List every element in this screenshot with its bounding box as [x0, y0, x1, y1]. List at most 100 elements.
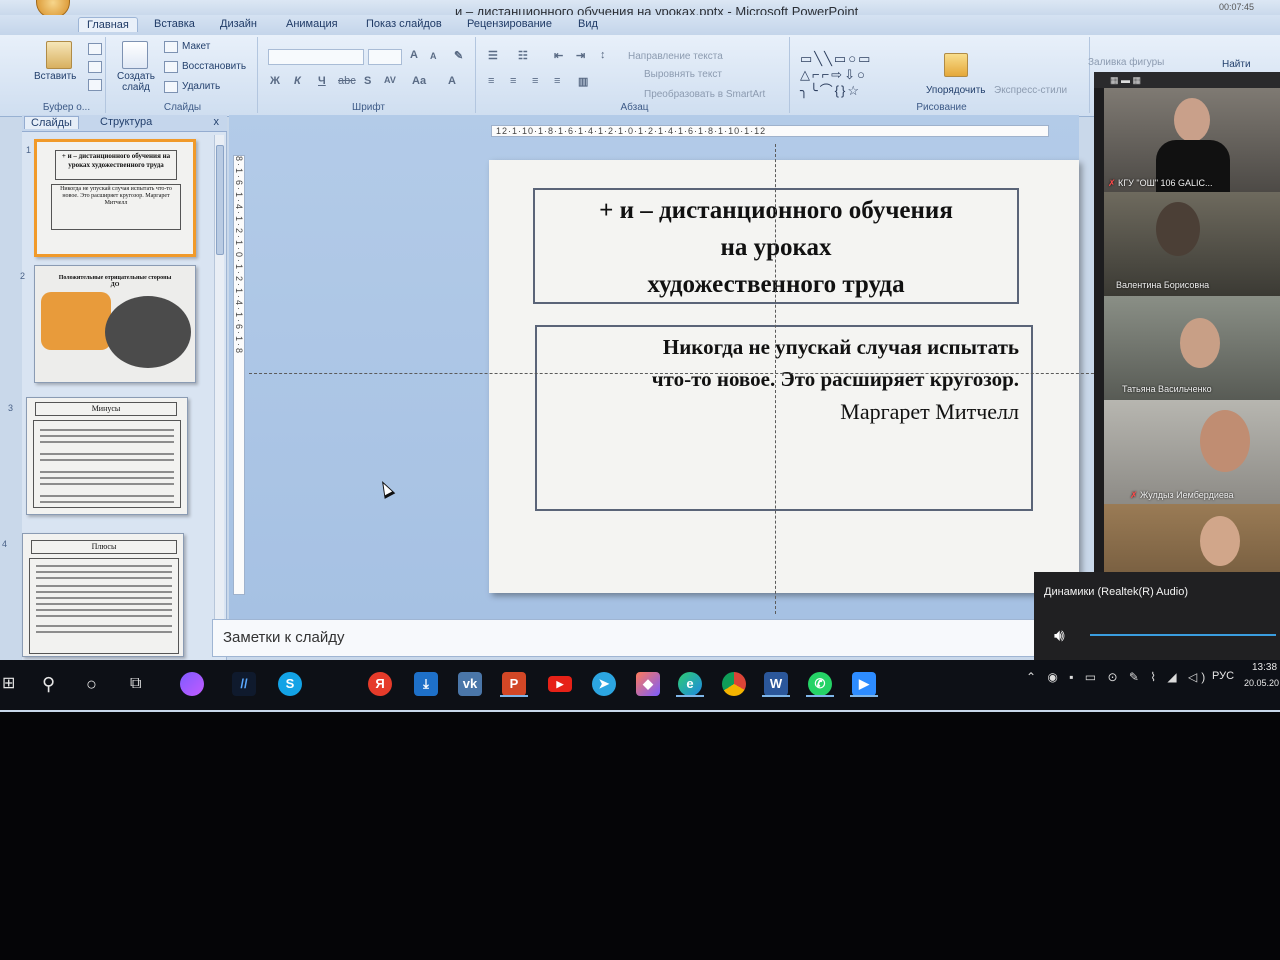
indent-increase-icon[interactable]: ⇥: [576, 49, 585, 62]
tab-review[interactable]: Рецензирование: [459, 17, 560, 31]
quick-styles-button[interactable]: Экспресс-стили: [994, 85, 1067, 96]
font-size-select[interactable]: [368, 49, 402, 65]
tab-animation[interactable]: Анимация: [278, 17, 346, 31]
italic-button[interactable]: К: [294, 75, 301, 87]
paste-icon[interactable]: [46, 41, 72, 69]
columns-icon[interactable]: ▥: [578, 75, 588, 88]
alice-icon[interactable]: [180, 672, 204, 696]
layout-button[interactable]: Макет: [182, 41, 210, 52]
align-center-icon[interactable]: ≡: [510, 75, 516, 87]
find-button[interactable]: Найти: [1222, 59, 1251, 70]
spacing-button[interactable]: AV: [384, 75, 396, 85]
delete-button[interactable]: Удалить: [182, 81, 220, 92]
task-view-icon[interactable]: ⧉: [130, 672, 141, 696]
delete-icon[interactable]: [164, 81, 178, 93]
text-direction-button[interactable]: Направление текста: [628, 51, 723, 62]
shadow-button[interactable]: S: [364, 75, 371, 87]
word-icon[interactable]: W: [764, 672, 788, 696]
shapes-gallery[interactable]: ▭╲╲▭○▭ △⌐⌐⇨⇩○ ╮╰⌒{}☆: [800, 51, 872, 99]
align-right-icon[interactable]: ≡: [532, 75, 538, 87]
horizontal-guide[interactable]: [249, 373, 1129, 374]
search-icon[interactable]: ⚲: [42, 672, 55, 696]
smartart-button[interactable]: Преобразовать в SmartArt: [644, 89, 765, 100]
edge-icon[interactable]: e: [678, 672, 702, 696]
numbering-icon[interactable]: ☷: [518, 49, 528, 62]
file-search-icon[interactable]: ⤓: [414, 672, 438, 696]
tab-home[interactable]: Главная: [78, 17, 138, 32]
tab-slideshow[interactable]: Показ слайдов: [358, 17, 450, 31]
tab-outline[interactable]: Структура: [94, 116, 158, 128]
shape-fill-button[interactable]: Заливка фигуры: [1088, 57, 1164, 68]
tab-design[interactable]: Дизайн: [212, 17, 265, 31]
new-slide-icon[interactable]: [122, 41, 148, 69]
slide-body-placeholder[interactable]: Никогда не упускай случая испытать что-т…: [535, 325, 1033, 511]
align-left-icon[interactable]: ≡: [488, 75, 494, 87]
participant-tile-4[interactable]: ✗ Жулдыз Иембердиева: [1104, 400, 1280, 504]
whatsapp-icon[interactable]: ✆: [808, 672, 832, 696]
format-painter-icon[interactable]: [88, 79, 102, 91]
underline-button[interactable]: Ч: [318, 75, 326, 87]
skype-icon[interactable]: S: [278, 672, 302, 696]
zoom-apps-icon[interactable]: ◆: [636, 672, 660, 696]
system-tray[interactable]: ⌃ ◉ ▪ ▭ ⊙ ✎ ⌇ ◢ ◁): [1026, 670, 1209, 684]
volume-slider[interactable]: [1090, 634, 1276, 636]
copy-icon[interactable]: [88, 61, 102, 73]
shrink-font-button[interactable]: A: [430, 51, 437, 61]
clock-time[interactable]: 13:38: [1252, 662, 1277, 673]
slide-canvas[interactable]: + и – дистанционного обучения на уроках …: [249, 144, 1129, 614]
grid-view-icon[interactable]: ▦ ▬ ▦: [1110, 75, 1141, 86]
tab-view[interactable]: Вид: [570, 17, 606, 31]
slide-thumbnail-1[interactable]: + и – дистанционного обучения на уроках …: [34, 139, 196, 257]
cortana-icon[interactable]: ○: [86, 672, 97, 696]
justify-icon[interactable]: ≡: [554, 75, 560, 87]
reset-button[interactable]: Восстановить: [182, 61, 246, 72]
yandex-icon[interactable]: Я: [368, 672, 392, 696]
layout-icon[interactable]: [164, 41, 178, 53]
indent-decrease-icon[interactable]: ⇤: [554, 49, 563, 62]
arrange-icon[interactable]: [944, 53, 968, 77]
active-app-indicator: [806, 695, 834, 697]
vertical-guide[interactable]: [775, 144, 776, 614]
vk-icon[interactable]: vk: [458, 672, 482, 696]
reset-icon[interactable]: [164, 61, 178, 73]
paste-button[interactable]: Вставить: [34, 71, 76, 82]
my-desktop-icon[interactable]: //: [232, 672, 256, 696]
participant-tile-1[interactable]: ✗ КГУ "ОШ" 106 GALIC...: [1104, 88, 1280, 192]
close-icon[interactable]: x: [214, 116, 220, 128]
participant-tile-3[interactable]: Татьяна Васильченко: [1104, 296, 1280, 400]
arrange-button[interactable]: Упорядочить: [926, 85, 986, 96]
drawing-group: ▭╲╲▭○▭ △⌐⌐⇨⇩○ ╮╰⌒{}☆ Упорядочить Экспресс-…: [794, 37, 1164, 113]
zoom-icon[interactable]: ▶: [852, 672, 876, 696]
participant-tile-2[interactable]: Валентина Борисовна: [1104, 192, 1280, 296]
align-text-button[interactable]: Выровнять текст: [644, 69, 722, 80]
new-slide-button[interactable]: Создать слайд: [116, 71, 156, 93]
slide-thumbnail-4[interactable]: Плюсы: [22, 533, 184, 657]
strike-button[interactable]: abc: [338, 75, 356, 87]
powerpoint-icon[interactable]: P: [502, 672, 526, 696]
change-case-button[interactable]: Aa: [412, 75, 426, 87]
slide-thumbnail-2[interactable]: Положительные отрицательные стороны ДО: [34, 265, 196, 383]
bullets-icon[interactable]: ☰: [488, 49, 498, 62]
tab-slides[interactable]: Слайды: [24, 116, 79, 129]
clock-date[interactable]: 20.05.20: [1244, 678, 1279, 688]
font-color-button[interactable]: A: [448, 75, 456, 87]
scrollbar-thumb[interactable]: [216, 145, 224, 255]
line-spacing-icon[interactable]: ↕: [600, 49, 606, 61]
slides-panel-scrollbar[interactable]: [214, 135, 224, 655]
clear-format-icon[interactable]: ✎: [454, 49, 463, 62]
chrome-icon[interactable]: [722, 672, 746, 696]
speaker-icon[interactable]: 🔊︎: [1054, 626, 1065, 646]
tab-insert[interactable]: Вставка: [146, 17, 203, 31]
bold-button[interactable]: Ж: [270, 75, 280, 87]
slide-thumbnail-3[interactable]: Минусы: [26, 397, 188, 515]
language-indicator[interactable]: РУС: [1212, 670, 1234, 682]
cut-icon[interactable]: [88, 43, 102, 55]
youtube-icon[interactable]: ▶: [548, 676, 572, 692]
notes-pane[interactable]: Заметки к слайду: [212, 619, 1042, 657]
start-windows-icon[interactable]: ⊞: [2, 672, 15, 696]
telegram-icon[interactable]: ➤: [592, 672, 616, 696]
slide-title-placeholder[interactable]: + и – дистанционного обучения на уроках …: [533, 188, 1019, 304]
speech-bubble-dark: [105, 296, 191, 368]
font-name-select[interactable]: [268, 49, 364, 65]
grow-font-button[interactable]: A: [410, 49, 418, 61]
